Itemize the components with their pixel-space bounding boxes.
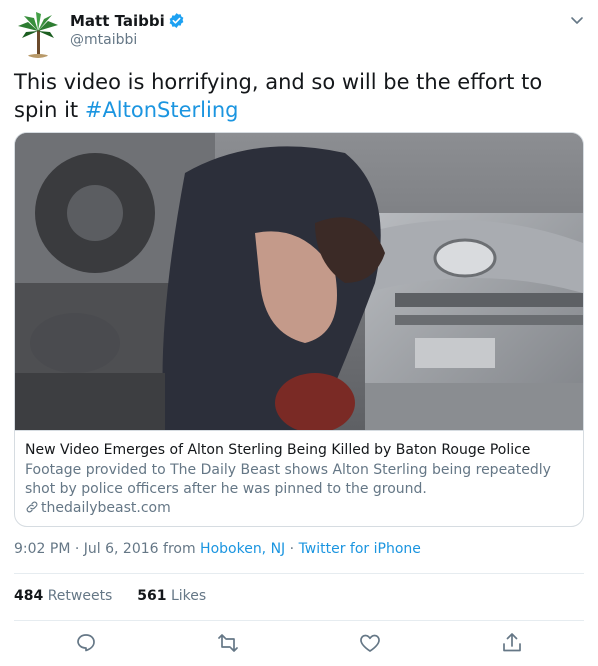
tweet-stats: 484 Retweets 561 Likes — [14, 588, 206, 604]
card-image[interactable] — [15, 133, 583, 430]
verified-badge-icon — [168, 12, 185, 33]
meta-separator: · — [70, 541, 84, 557]
author-name-text[interactable]: Matt Taibbi — [70, 12, 165, 30]
likes-stat[interactable]: 561 Likes — [137, 588, 206, 604]
link-card[interactable]: New Video Emerges of Alton Sterling Bein… — [14, 132, 584, 527]
hashtag-link[interactable]: #AltonSterling — [85, 98, 239, 122]
heart-icon[interactable] — [358, 631, 382, 655]
meta-separator: · — [285, 541, 299, 557]
retweet-icon[interactable] — [216, 631, 240, 655]
meta-from: from — [158, 541, 201, 557]
divider — [14, 620, 584, 621]
card-body[interactable]: New Video Emerges of Alton Sterling Bein… — [15, 430, 583, 526]
author-handle[interactable]: @mtaibbi — [70, 32, 137, 48]
retweets-label[interactable]: Retweets — [48, 588, 113, 604]
link-icon — [26, 501, 38, 513]
tweet-time[interactable]: 9:02 PM — [14, 541, 70, 557]
action-bar — [14, 631, 584, 657]
retweets-count[interactable]: 484 — [14, 588, 43, 604]
avatar[interactable] — [14, 10, 62, 58]
divider — [14, 573, 584, 574]
likes-label[interactable]: Likes — [171, 588, 206, 604]
chevron-down-icon[interactable] — [568, 12, 586, 30]
location-link[interactable]: Hoboken, NJ — [200, 541, 285, 557]
tweet-meta: 9:02 PM · Jul 6, 2016 from Hoboken, NJ ·… — [14, 541, 421, 557]
card-domain-text[interactable]: thedailybeast.com — [41, 500, 171, 516]
card-domain[interactable]: thedailybeast.com — [25, 499, 171, 518]
likes-count[interactable]: 561 — [137, 588, 166, 604]
card-title[interactable]: New Video Emerges of Alton Sterling Bein… — [25, 441, 573, 460]
tweet-text: This video is horrifying, and so will be… — [14, 68, 584, 124]
card-description: Footage provided to The Daily Beast show… — [25, 462, 551, 497]
source-link[interactable]: Twitter for iPhone — [299, 541, 421, 557]
tweet-date[interactable]: Jul 6, 2016 — [84, 541, 159, 557]
share-icon[interactable] — [500, 631, 524, 655]
palm-tree-icon — [18, 12, 58, 58]
reply-icon[interactable] — [74, 631, 98, 655]
author-name[interactable]: Matt Taibbi — [70, 12, 185, 33]
retweets-stat[interactable]: 484 Retweets — [14, 588, 112, 604]
